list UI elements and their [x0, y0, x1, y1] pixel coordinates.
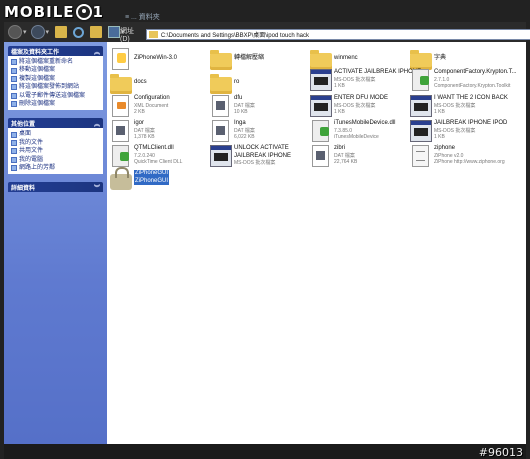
- dat-file-icon: [212, 120, 229, 142]
- file-item[interactable]: ComponentFactory.Krypton.T... 2.7.1.0 Comp…: [410, 69, 517, 97]
- batch-file-icon: [210, 145, 232, 167]
- logo: MOBILE 1: [4, 2, 104, 22]
- address-path: C:\Documents and Settings\BBXP\桌面\ipod t…: [160, 33, 309, 39]
- back-button-icon[interactable]: [8, 25, 22, 39]
- dll-icon: [312, 120, 329, 142]
- task-pane: 檔案及資料夾工作 ︽ 將這個檔案重新命名 移動這個檔案 複製這個檔案 將這個檔案…: [4, 42, 107, 444]
- place-desktop[interactable]: 桌面: [11, 130, 100, 138]
- zip-icon: [112, 48, 129, 70]
- forward-dropdown-icon[interactable]: ▾: [46, 28, 50, 36]
- other-places-header[interactable]: 其他位置 ︽: [8, 118, 103, 129]
- file-item[interactable]: Configuration XML Document 2 KB: [110, 95, 210, 123]
- batch-file-icon: [310, 95, 332, 117]
- up-folder-icon[interactable]: [55, 26, 68, 38]
- forward-button-icon[interactable]: [30, 25, 45, 39]
- place-my-documents[interactable]: 我的文件: [11, 139, 100, 147]
- watermark-id: #96013: [478, 446, 523, 459]
- other-places-panel: 其他位置 ︽ 桌面 我的文件 共用文件 我的電腦 網路上的芳鄰: [8, 118, 103, 175]
- expand-icon[interactable]: ︾: [94, 183, 100, 192]
- file-item[interactable]: dfu DAT 檔案 10 KB: [210, 95, 310, 123]
- dll-icon: [112, 145, 129, 167]
- folder-icon: [410, 49, 432, 70]
- delete-icon: [11, 101, 17, 108]
- rename-icon: [11, 59, 17, 66]
- move-icon: [11, 67, 17, 74]
- address-label: 網址(D): [120, 28, 134, 43]
- network-icon: [11, 165, 17, 172]
- search-icon[interactable]: [73, 26, 85, 38]
- collapse-icon[interactable]: ︽: [94, 119, 100, 128]
- folder-icon: [110, 73, 132, 94]
- file-item[interactable]: ENTER DFU MODE MS-DOS 批次檔案 1 KB: [310, 95, 410, 123]
- screenshot-frame: MOBILE 1 ≡ ... 資料夾 ▾ ▾ ▾ 網址(D) C:\Docume…: [0, 0, 530, 459]
- views-icon[interactable]: [108, 26, 121, 38]
- file-item[interactable]: iTunesMobileDevice.dll 7.3.85.0 iTunesMobi…: [310, 120, 410, 148]
- batch-file-icon: [410, 120, 432, 142]
- place-my-computer[interactable]: 我的電腦: [11, 156, 100, 164]
- file-item[interactable]: ro: [210, 69, 310, 97]
- folder-icon: [210, 49, 232, 70]
- batch-file-icon: [310, 69, 332, 91]
- publish-icon: [11, 84, 17, 91]
- shared-folder-icon: [11, 148, 17, 155]
- dat-file-icon: [112, 120, 129, 142]
- logo-text-left: MOBILE: [4, 3, 75, 21]
- folder-icon: [148, 31, 158, 38]
- task-publish[interactable]: 將這個檔案發佈到網站: [11, 83, 100, 91]
- file-item[interactable]: igor DAT 檔案 1,378 KB: [110, 120, 210, 148]
- task-email[interactable]: 以電子郵件傳送這個檔案: [11, 92, 100, 100]
- file-item[interactable]: ziphone ZiPhone v2.0 ZiPhone http://www.zi…: [410, 145, 510, 173]
- file-list: ZiPhoneWin-3.0 轉檔解壓縮 winmenc 字典 docs ro …: [107, 42, 526, 444]
- folders-icon[interactable]: [90, 26, 103, 38]
- copy-icon: [11, 76, 17, 83]
- window-title: ≡ ... 資料夾: [125, 14, 160, 21]
- dat-file-icon: [312, 145, 329, 167]
- file-tasks-list: 將這個檔案重新命名 移動這個檔案 複製這個檔案 將這個檔案發佈到網站 以電子郵件…: [8, 56, 103, 111]
- file-item[interactable]: UNLOCK ACTIVATE JAILBREAK IPHONE MS-DOS 批…: [210, 145, 310, 173]
- dat-file-icon: [212, 95, 229, 117]
- details-header[interactable]: 詳細資料 ︾: [8, 182, 103, 193]
- place-network[interactable]: 網路上的芳鄰: [11, 164, 100, 172]
- file-item[interactable]: ACTIVATE JAILBREAK IPHONE MS-DOS 批次檔案 1 KB: [310, 69, 421, 97]
- place-shared-documents[interactable]: 共用文件: [11, 147, 100, 155]
- collapse-icon[interactable]: ︽: [94, 47, 100, 56]
- details-title: 詳細資料: [11, 185, 36, 192]
- application-icon: [412, 145, 429, 167]
- details-panel: 詳細資料 ︾: [8, 182, 103, 193]
- file-item[interactable]: docs: [110, 69, 210, 97]
- folder-icon: [310, 49, 332, 70]
- file-item[interactable]: JAILBREAK IPHONE IPOD MS-DOS 批次檔案 1 KB: [410, 120, 510, 148]
- file-item[interactable]: zibri DAT 檔案 22,764 KB: [310, 145, 410, 173]
- address-bar: 網址(D) C:\Documents and Settings\BBXP\桌面\…: [120, 26, 530, 43]
- lock-icon: [110, 167, 132, 190]
- address-input[interactable]: C:\Documents and Settings\BBXP\桌面\ipod t…: [145, 29, 530, 40]
- email-icon: [11, 92, 17, 99]
- other-places-list: 桌面 我的文件 共用文件 我的電腦 網路上的芳鄰: [8, 128, 103, 175]
- file-item[interactable]: I WANT THE 2 ICON BACK MS-DOS 批次檔案 1 KB: [410, 95, 510, 123]
- task-copy[interactable]: 複製這個檔案: [11, 75, 100, 83]
- file-item[interactable]: Inga DAT 檔案 6,022 KB: [210, 120, 310, 148]
- logo-text-right: 1: [92, 3, 104, 21]
- logo-circle-icon: [75, 4, 92, 20]
- batch-file-icon: [410, 95, 432, 117]
- dll-icon: [412, 69, 429, 91]
- task-delete[interactable]: 刪除這個檔案: [11, 100, 100, 108]
- file-tasks-header[interactable]: 檔案及資料夾工作 ︽: [8, 46, 103, 56]
- file-tasks-title: 檔案及資料夾工作: [11, 49, 60, 56]
- other-places-title: 其他位置: [11, 121, 36, 128]
- computer-icon: [11, 156, 17, 163]
- back-dropdown-icon[interactable]: ▾: [23, 28, 27, 36]
- folder-icon: [210, 73, 232, 94]
- file-item-selected[interactable]: ZiPhoneGUI ZiPhoneGUI: [110, 167, 210, 198]
- task-move[interactable]: 移動這個檔案: [11, 66, 100, 74]
- xml-file-icon: [112, 95, 129, 117]
- desktop-icon: [11, 131, 17, 138]
- bottom-strip: #96013: [4, 444, 526, 459]
- task-rename[interactable]: 將這個檔案重新命名: [11, 58, 100, 66]
- documents-icon: [11, 140, 17, 147]
- file-tasks-panel: 檔案及資料夾工作 ︽ 將這個檔案重新命名 移動這個檔案 複製這個檔案 將這個檔案…: [8, 46, 103, 111]
